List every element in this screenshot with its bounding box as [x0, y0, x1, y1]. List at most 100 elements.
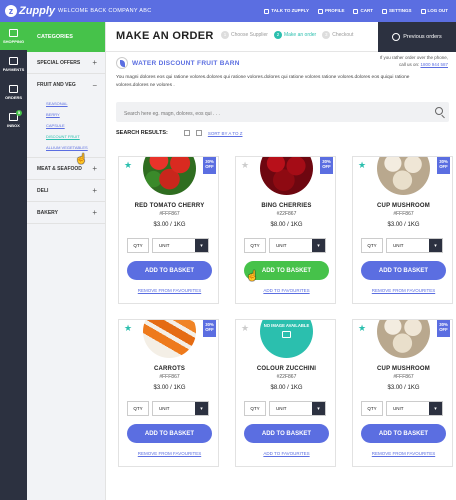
remove-from-favourites-link[interactable]: REMOVE FROM FAVOURITES	[119, 288, 220, 293]
search-input[interactable]	[116, 104, 416, 124]
list-view-icon[interactable]	[195, 130, 202, 136]
grid-view-icon[interactable]	[183, 130, 190, 136]
qty-input[interactable]: QTY	[127, 238, 149, 253]
nav-label: SETTINGS	[388, 8, 412, 14]
product-photo	[143, 157, 196, 195]
product-price: $8.00 / 1KG	[270, 385, 303, 391]
category-bakery[interactable]: BAKERY +	[27, 202, 105, 224]
left-rail: SHOPPING PAYMENTS ORDERS 5 INBOX	[0, 22, 27, 500]
remove-from-favourites-link[interactable]: REMOVE FROM FAVOURITES	[119, 451, 220, 456]
rail-orders[interactable]: ORDERS	[0, 78, 27, 106]
product-image[interactable]	[377, 320, 430, 358]
category-special-offers[interactable]: SPECIAL OFFERS +	[27, 52, 105, 74]
user-icon	[317, 8, 323, 14]
plus-icon: +	[92, 58, 97, 67]
plus-icon: +	[92, 186, 97, 195]
gear-icon	[381, 8, 387, 14]
subcategory-discount-fruit[interactable]: DISCOUNT FRUIT	[46, 131, 105, 142]
favourite-star-icon[interactable]: ★	[241, 324, 249, 333]
add-to-basket-button[interactable]: ADD TO BASKET	[361, 261, 446, 280]
subcategory-seasonal[interactable]: SEASONAL	[46, 98, 105, 109]
product-name: COLOUR ZUCCHINI	[256, 366, 317, 372]
nav-cart[interactable]: CART	[353, 8, 373, 14]
step-make-order[interactable]: 2 Make an order	[273, 31, 316, 39]
subcategory-allium-vegetables[interactable]: ALLIUM VEGETABLES	[46, 142, 105, 153]
remove-from-favourites-link[interactable]: REMOVE FROM FAVOURITES	[353, 451, 454, 456]
product-image[interactable]	[260, 157, 313, 195]
nav-talk[interactable]: TALK TO ZUPPLY	[264, 8, 309, 14]
qty-input[interactable]: QTY	[127, 401, 149, 416]
favourite-star-icon[interactable]: ★	[358, 161, 366, 170]
history-icon	[392, 33, 401, 41]
zupply-logo[interactable]: z Zupply	[0, 5, 58, 17]
product-card: ★ 30% OFF BING CHERRIES #22F867 $8.00 / …	[235, 156, 336, 304]
category-meat-seafood[interactable]: MEAT & SEAFOOD +	[27, 158, 105, 180]
category-fruit-and-veg[interactable]: FRUIT AND VEG −	[27, 74, 105, 96]
product-photo	[377, 320, 430, 358]
rail-shopping[interactable]: SHOPPING	[0, 22, 27, 50]
phone-number-link[interactable]: 1800 944 587	[420, 62, 448, 67]
product-image[interactable]	[143, 157, 196, 195]
rail-label: SHOPPING	[2, 38, 25, 44]
logo-text: Zupply	[19, 5, 56, 17]
main-content: MAKE AN ORDER 1 Choose Supplier 2 Make an …	[106, 22, 456, 500]
step-choose-supplier[interactable]: 1 Choose Supplier	[221, 31, 268, 39]
product-name: CUP MUSHROOM	[377, 203, 430, 209]
discount-ribbon: 30% OFF	[437, 320, 450, 337]
inbox-icon: 5	[9, 109, 22, 121]
remove-from-favourites-link[interactable]: REMOVE FROM FAVOURITES	[353, 288, 454, 293]
top-nav: TALK TO ZUPPLY PROFILE CART SETTINGS LOG…	[264, 8, 456, 14]
product-image[interactable]: NO IMAGE AVAILABLE	[260, 320, 313, 358]
unit-select[interactable]: UNIT ▾	[152, 238, 209, 253]
sort-link[interactable]: SORT BY A TO Z	[208, 131, 243, 136]
unit-select[interactable]: UNIT ▾	[269, 238, 326, 253]
nav-profile[interactable]: PROFILE	[317, 8, 344, 14]
add-to-favourites-link[interactable]: ADD TO FAVOURITES	[236, 451, 337, 456]
product-image[interactable]	[377, 157, 430, 195]
qty-input[interactable]: QTY	[244, 401, 266, 416]
add-to-favourites-link[interactable]: ADD TO FAVOURITES	[236, 288, 337, 293]
rail-payments[interactable]: PAYMENTS	[0, 50, 27, 78]
search-icon[interactable]	[435, 107, 443, 115]
add-to-basket-button[interactable]: ADD TO BASKET	[244, 424, 329, 443]
qty-input[interactable]: QTY	[244, 238, 266, 253]
unit-select[interactable]: UNIT ▾	[386, 401, 443, 416]
quantity-row: QTY UNIT ▾	[361, 401, 443, 416]
subcategory-berry[interactable]: BERRY	[46, 109, 105, 120]
favourite-star-icon[interactable]: ★	[358, 324, 366, 333]
previous-orders-label: Previous orders	[403, 34, 442, 40]
qty-input[interactable]: QTY	[361, 238, 383, 253]
add-to-basket-button[interactable]: ADD TO BASKET	[127, 424, 212, 443]
product-image[interactable]	[143, 320, 196, 358]
step-checkout[interactable]: 3 Checkout	[322, 31, 353, 39]
qty-input[interactable]: QTY	[361, 401, 383, 416]
quantity-row: QTY UNIT ▾	[244, 238, 326, 253]
rail-label: ORDERS	[4, 94, 23, 100]
step-number: 2	[273, 31, 282, 39]
unit-select[interactable]: UNIT ▾	[386, 238, 443, 253]
favourite-star-icon[interactable]: ★	[241, 161, 249, 170]
product-name: RED TOMATO CHERRY	[134, 203, 205, 209]
product-card: ★ 30% OFF CUP MUSHROOM #FFF867 $3.00 / 1…	[352, 156, 453, 304]
shopping-icon	[9, 28, 18, 37]
product-name: BING CHERRIES	[261, 203, 312, 209]
favourite-star-icon[interactable]: ★	[124, 161, 132, 170]
discount-ribbon: 30% OFF	[203, 320, 216, 337]
quantity-row: QTY UNIT ▾	[127, 401, 209, 416]
add-to-basket-button[interactable]: ADD TO BASKET	[361, 424, 446, 443]
previous-orders-button[interactable]: Previous orders	[378, 22, 456, 52]
subcategory-capsule[interactable]: CAPSULE	[46, 120, 105, 131]
welcome-text: WELCOME BACK COMPANY ABC	[58, 8, 152, 14]
nav-logout[interactable]: LOG OUT	[420, 8, 448, 14]
nav-settings[interactable]: SETTINGS	[381, 8, 412, 14]
unit-select[interactable]: UNIT ▾	[269, 401, 326, 416]
unit-label: UNIT	[159, 406, 170, 411]
logout-icon	[420, 8, 426, 14]
unit-select[interactable]: UNIT ▾	[152, 401, 209, 416]
category-deli[interactable]: DELI +	[27, 180, 105, 202]
rail-inbox[interactable]: 5 INBOX	[0, 106, 27, 134]
add-to-basket-button[interactable]: ADD TO BASKET	[127, 261, 212, 280]
favourite-star-icon[interactable]: ★	[124, 324, 132, 333]
results-bar: SEARCH RESULTS: SORT BY A TO Z	[116, 130, 242, 136]
product-photo	[260, 157, 313, 195]
